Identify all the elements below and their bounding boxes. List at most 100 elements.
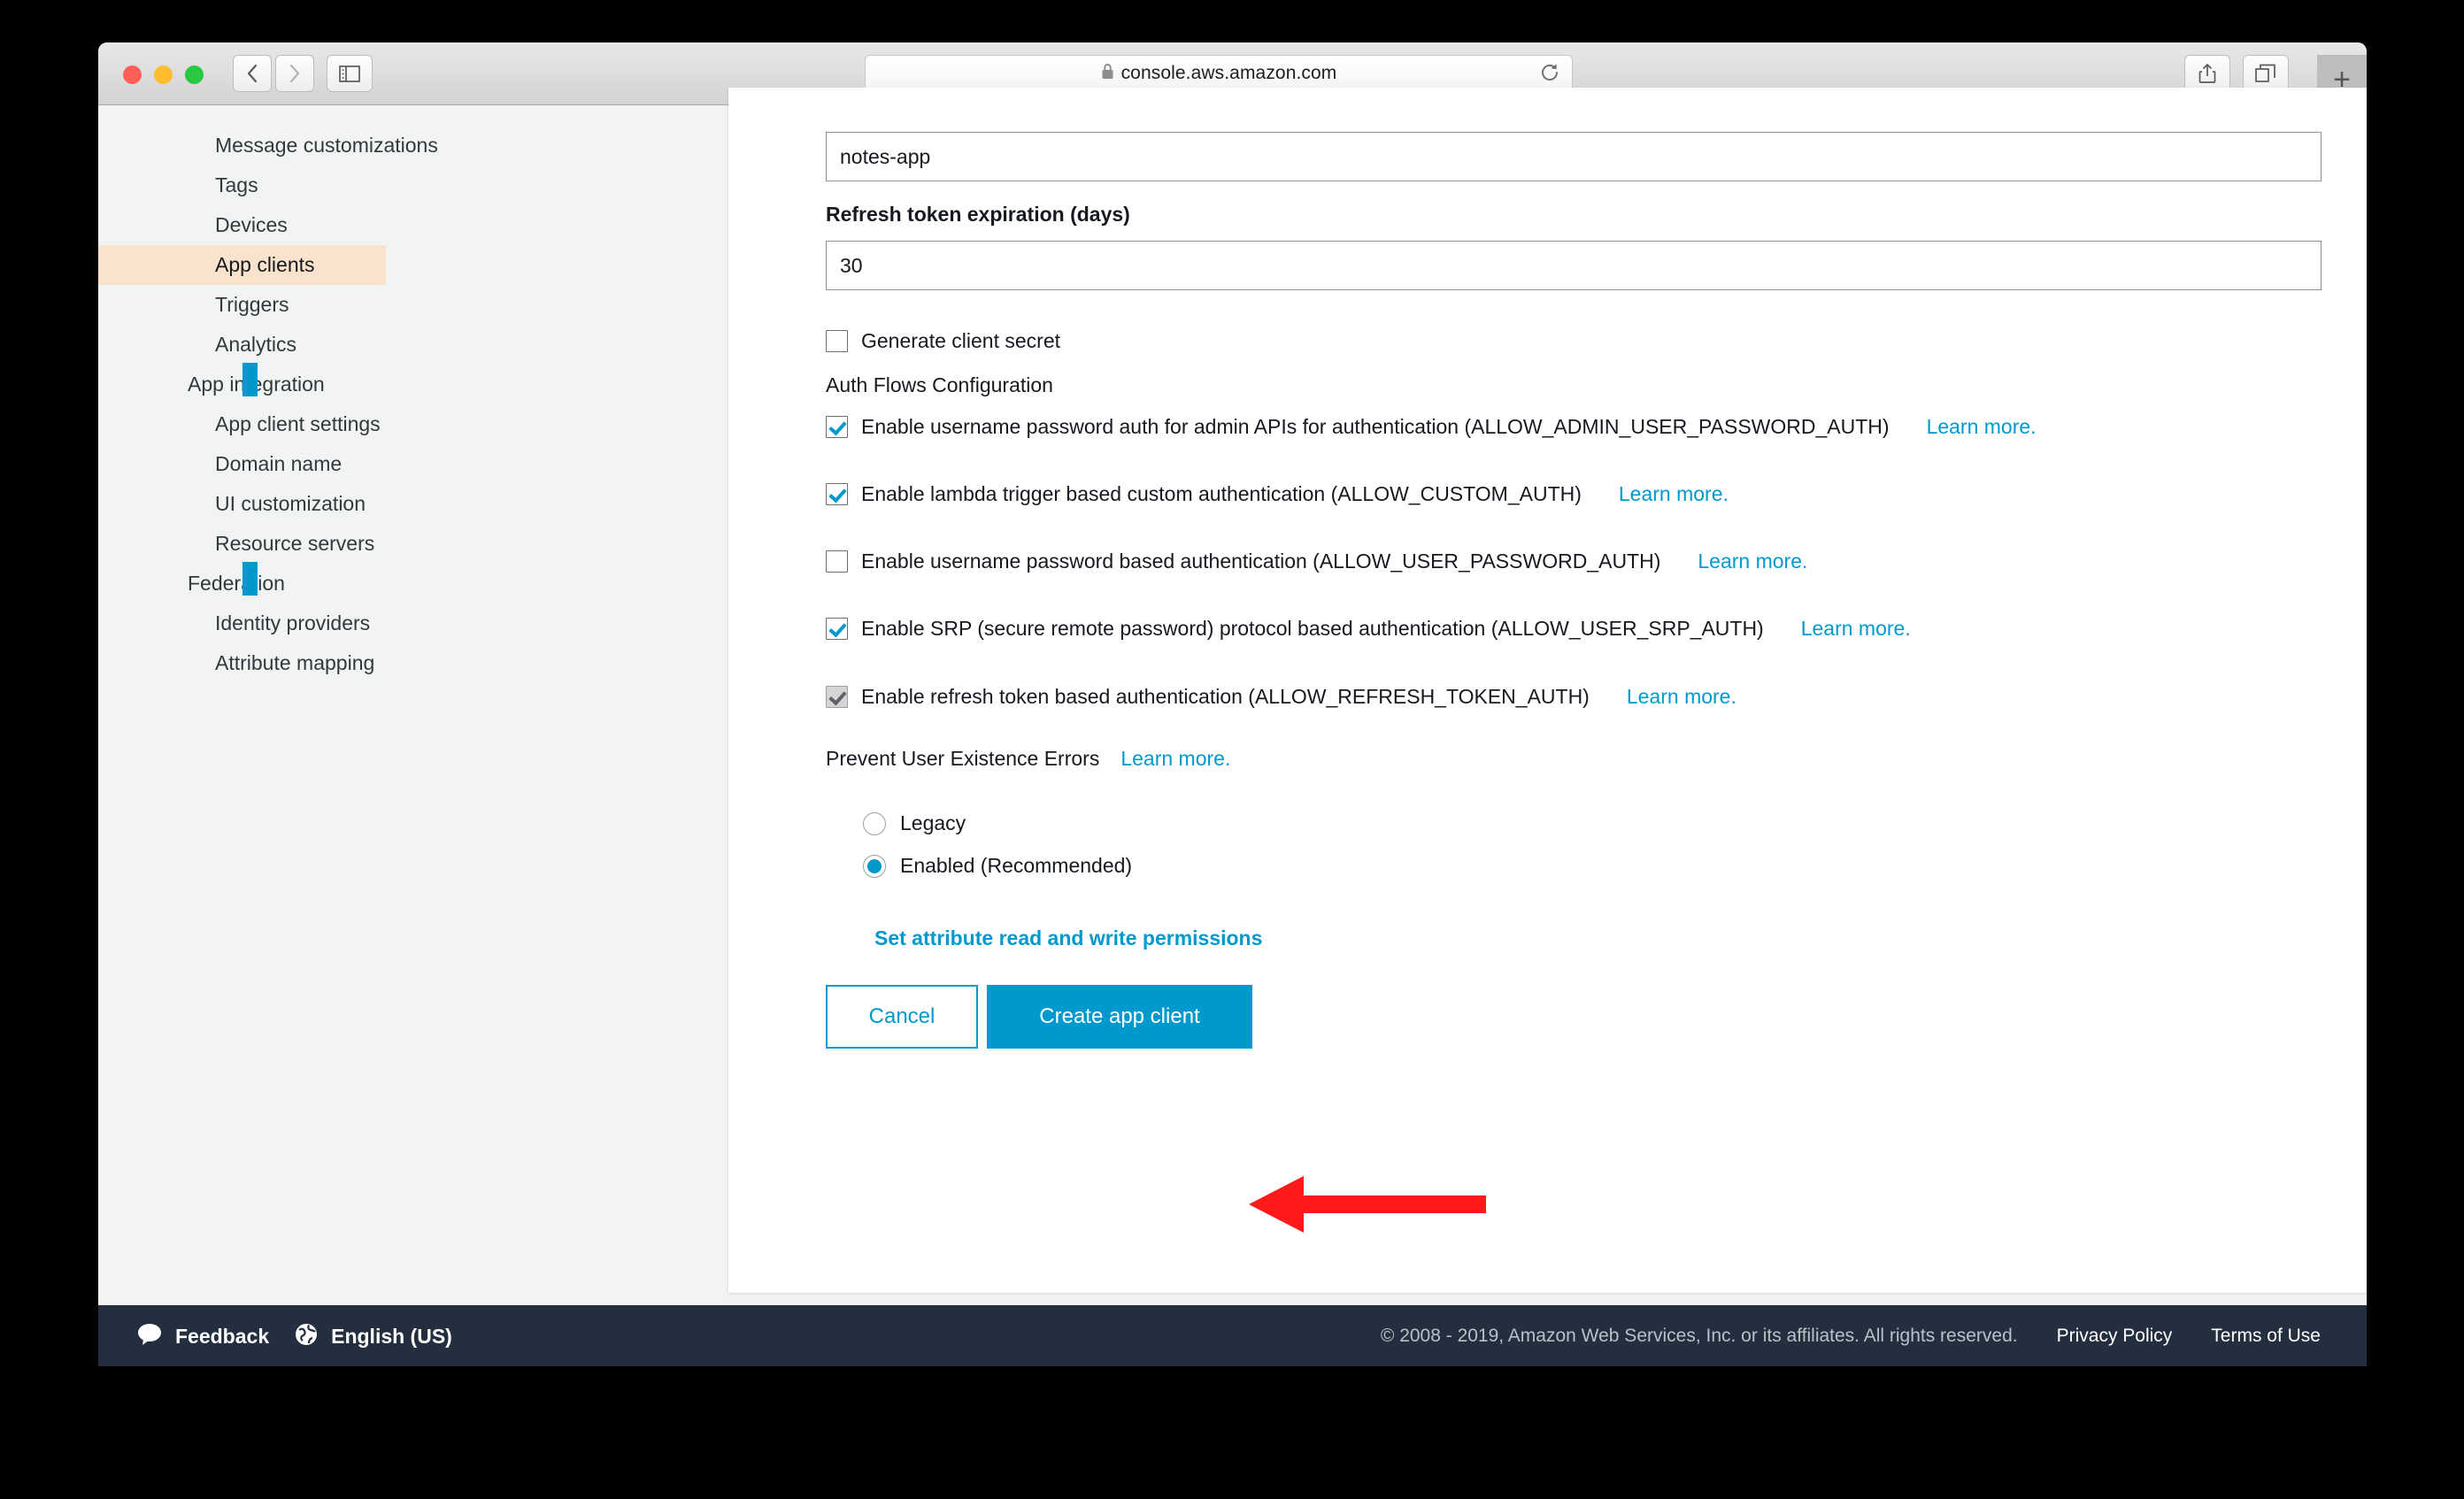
address-bar[interactable]: console.aws.amazon.com	[865, 55, 1573, 92]
sidebar-item-tags[interactable]: Tags	[215, 165, 629, 205]
chevron-left-icon	[246, 64, 258, 83]
auth-flow-row-custom-auth[interactable]: Enable lambda trigger based custom authe…	[826, 482, 1729, 506]
reload-icon	[1539, 62, 1560, 88]
globe-icon	[294, 1322, 319, 1351]
sidebar-nav-list: Message customizations Tags Devices App …	[98, 105, 629, 683]
sidebar-item-devices[interactable]: Devices	[215, 205, 629, 245]
window-traffic-lights	[123, 65, 204, 84]
sidebar-item-label: Resource servers	[215, 532, 375, 555]
forward-button[interactable]	[275, 55, 314, 92]
copyright-text: © 2008 - 2019, Amazon Web Services, Inc.…	[1380, 1326, 2018, 1346]
enabled-radio[interactable]	[863, 854, 886, 878]
auth-flow-row-refresh-token: Enable refresh token based authenticatio…	[826, 685, 1736, 709]
learn-more-link[interactable]: Learn more.	[1698, 550, 1807, 573]
footer-left-group: Feedback English (US)	[136, 1322, 452, 1351]
feedback-label: Feedback	[175, 1324, 270, 1348]
auth-flow-label: Enable SRP (secure remote password) prot…	[861, 617, 1764, 640]
auth-flow-checkbox-admin-user-password[interactable]	[826, 416, 848, 438]
create-app-client-button[interactable]: Create app client	[987, 985, 1252, 1049]
auth-flow-row-user-password[interactable]: Enable username password based authentic…	[826, 550, 1807, 573]
console-sidebar: Message customizations Tags Devices App …	[98, 105, 629, 1284]
chevron-right-icon	[289, 64, 301, 83]
auth-flow-checkbox-user-srp[interactable]	[826, 618, 848, 640]
address-bar-url: console.aws.amazon.com	[1120, 63, 1337, 83]
legacy-radio[interactable]	[863, 811, 886, 835]
refresh-token-input[interactable]: 30	[826, 241, 2322, 290]
speech-bubble-icon	[136, 1323, 163, 1350]
sidebar-item-message-customizations[interactable]: Message customizations	[215, 126, 629, 165]
back-button[interactable]	[233, 55, 272, 92]
page-body: Message customizations Tags Devices App …	[98, 88, 2367, 1366]
sidebar-toggle-button[interactable]	[327, 55, 373, 92]
sidebar-item-app-client-settings[interactable]: App client settings	[215, 404, 629, 444]
learn-more-link[interactable]: Learn more.	[1619, 482, 1729, 506]
sidebar-group-federation[interactable]: Federation	[188, 562, 629, 603]
sidebar-item-label: Identity providers	[215, 611, 371, 634]
auth-flow-label: Enable username password based authentic…	[861, 550, 1661, 573]
privacy-policy-link[interactable]: Privacy Policy	[2057, 1326, 2173, 1347]
group-marker-bar	[243, 363, 258, 396]
generate-client-secret-row[interactable]: Generate client secret	[826, 329, 1060, 353]
prevent-user-existence-errors-heading: Prevent User Existence Errors Learn more…	[826, 747, 1230, 771]
sidebar-item-analytics[interactable]: Analytics	[215, 325, 629, 365]
browser-window: console.aws.amazon.com + Message customi…	[98, 42, 2367, 1366]
reload-button[interactable]	[1538, 63, 1561, 86]
lock-icon	[1101, 63, 1114, 84]
sidebar-item-label: Analytics	[215, 333, 297, 356]
sidebar-item-label: App client settings	[215, 412, 381, 435]
set-attribute-permissions-link[interactable]: Set attribute read and write permissions	[874, 926, 1262, 950]
feedback-button[interactable]: Feedback	[136, 1323, 269, 1350]
prevent-user-existence-errors-label: Prevent User Existence Errors	[826, 747, 1100, 770]
share-button[interactable]	[2184, 55, 2230, 92]
auth-flow-checkbox-custom-auth[interactable]	[826, 483, 848, 505]
auth-flows-heading: Auth Flows Configuration	[826, 373, 1053, 396]
auth-flow-label: Enable refresh token based authenticatio…	[861, 685, 1590, 708]
radio-row-legacy[interactable]: Legacy	[863, 811, 966, 835]
sidebar-item-triggers[interactable]: Triggers	[215, 285, 629, 325]
sidebar-item-domain-name[interactable]: Domain name	[215, 444, 629, 484]
legacy-radio-label: Legacy	[900, 811, 966, 834]
sidebar-item-ui-customization[interactable]: UI customization	[215, 484, 629, 524]
learn-more-link[interactable]: Learn more.	[1120, 747, 1230, 771]
cancel-button[interactable]: Cancel	[826, 985, 978, 1049]
sidebar-item-label: Tags	[215, 173, 258, 196]
refresh-token-value: 30	[840, 253, 863, 277]
app-client-name-value: notes-app	[840, 144, 931, 168]
enabled-radio-label: Enabled (Recommended)	[900, 854, 1133, 877]
generate-client-secret-checkbox[interactable]	[826, 330, 848, 352]
learn-more-link[interactable]: Learn more.	[1627, 685, 1736, 709]
sidebar-item-identity-providers[interactable]: Identity providers	[215, 603, 629, 643]
language-selector[interactable]: English (US)	[294, 1322, 452, 1351]
app-client-form-card: notes-app Refresh token expiration (days…	[728, 88, 2367, 1293]
main-content: notes-app Refresh token expiration (days…	[630, 88, 2367, 1293]
browser-nav-buttons	[233, 55, 314, 92]
auth-flow-label: Enable lambda trigger based custom authe…	[861, 482, 1582, 505]
auth-flow-label: Enable username password auth for admin …	[861, 415, 1890, 438]
minimize-window-button[interactable]	[154, 65, 173, 84]
sidebar-item-resource-servers[interactable]: Resource servers	[215, 524, 629, 564]
auth-flow-checkbox-refresh-token	[826, 686, 848, 708]
page-footer: Feedback English (US) © 2008 - 2019, Ama…	[98, 1305, 2367, 1366]
browser-action-buttons	[2184, 55, 2289, 92]
close-window-button[interactable]	[123, 65, 142, 84]
sidebar-group-app-integration[interactable]: App integration	[188, 363, 629, 404]
auth-flow-checkbox-user-password[interactable]	[826, 550, 848, 573]
auth-flow-row-user-srp[interactable]: Enable SRP (secure remote password) prot…	[826, 617, 1911, 641]
group-marker-bar	[243, 562, 258, 596]
share-icon	[2198, 63, 2216, 84]
radio-row-enabled[interactable]: Enabled (Recommended)	[863, 854, 1132, 878]
sidebar-toggle-icon	[339, 65, 360, 82]
sidebar-item-label: Domain name	[215, 452, 343, 475]
learn-more-link[interactable]: Learn more.	[1927, 415, 2037, 439]
terms-of-use-link[interactable]: Terms of Use	[2211, 1326, 2321, 1347]
maximize-window-button[interactable]	[185, 65, 204, 84]
app-client-name-input[interactable]: notes-app	[826, 132, 2322, 181]
sidebar-item-app-clients[interactable]: App clients	[98, 245, 386, 285]
language-label: English (US)	[331, 1324, 452, 1348]
sidebar-item-label: Attribute mapping	[215, 651, 375, 674]
sidebar-item-label: Devices	[215, 213, 288, 236]
auth-flow-row-admin-user-password[interactable]: Enable username password auth for admin …	[826, 415, 2037, 439]
show-tabs-button[interactable]	[2243, 55, 2289, 92]
learn-more-link[interactable]: Learn more.	[1801, 617, 1911, 641]
sidebar-item-attribute-mapping[interactable]: Attribute mapping	[215, 643, 629, 683]
